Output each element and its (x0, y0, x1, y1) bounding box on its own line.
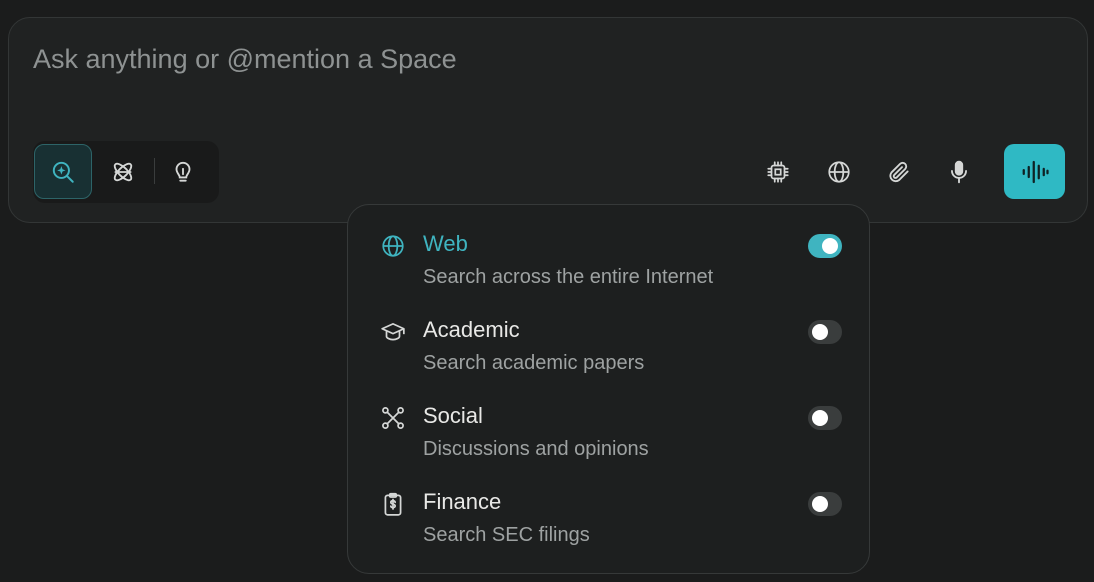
research-atom-icon (113, 162, 133, 181)
mode-search-button[interactable] (34, 144, 92, 199)
mode-research-button[interactable] (94, 144, 152, 199)
source-title: Web (423, 231, 468, 256)
sources-button[interactable] (816, 150, 862, 194)
source-toggle-web[interactable] (808, 234, 842, 258)
source-toggle-finance[interactable] (808, 492, 842, 516)
query-input[interactable] (33, 44, 1053, 75)
source-option-web[interactable]: Web Search across the entire Internet (348, 205, 869, 291)
query-composer (8, 17, 1088, 223)
clipboard-dollar-icon (384, 492, 402, 516)
paperclip-icon (889, 161, 909, 183)
chip-icon (767, 161, 789, 183)
voice-waveform-icon (1022, 160, 1049, 183)
source-option-social[interactable]: Social Discussions and opinions (348, 377, 869, 463)
source-toggle-academic[interactable] (808, 320, 842, 344)
dictation-button[interactable] (936, 150, 982, 194)
source-title: Social (423, 403, 483, 428)
source-description: Discussions and opinions (423, 438, 649, 460)
source-toggle-social[interactable] (808, 406, 842, 430)
model-chip-button[interactable] (755, 150, 801, 194)
lightbulb-icon (175, 161, 191, 182)
source-title: Finance (423, 489, 502, 514)
search-sparkle-icon (52, 161, 74, 183)
source-option-academic[interactable]: Academic Search academic papers (348, 291, 869, 377)
attach-button[interactable] (876, 150, 922, 194)
source-description: Search SEC filings (423, 524, 590, 546)
source-option-finance[interactable]: Finance Search SEC filings (348, 463, 869, 549)
mode-labs-button[interactable] (154, 144, 212, 199)
sources-dropdown: Web Search across the entire Internet Ac… (347, 204, 870, 574)
globe-icon (828, 161, 850, 183)
source-description: Search academic papers (423, 352, 645, 374)
microphone-icon (951, 160, 967, 184)
network-icon (382, 407, 404, 429)
mode-switcher (33, 141, 219, 203)
voice-mode-button[interactable] (1004, 144, 1065, 199)
graduation-cap-icon (381, 323, 405, 341)
source-title: Academic (423, 317, 520, 342)
source-description: Search across the entire Internet (423, 266, 714, 288)
globe-icon (382, 235, 404, 257)
